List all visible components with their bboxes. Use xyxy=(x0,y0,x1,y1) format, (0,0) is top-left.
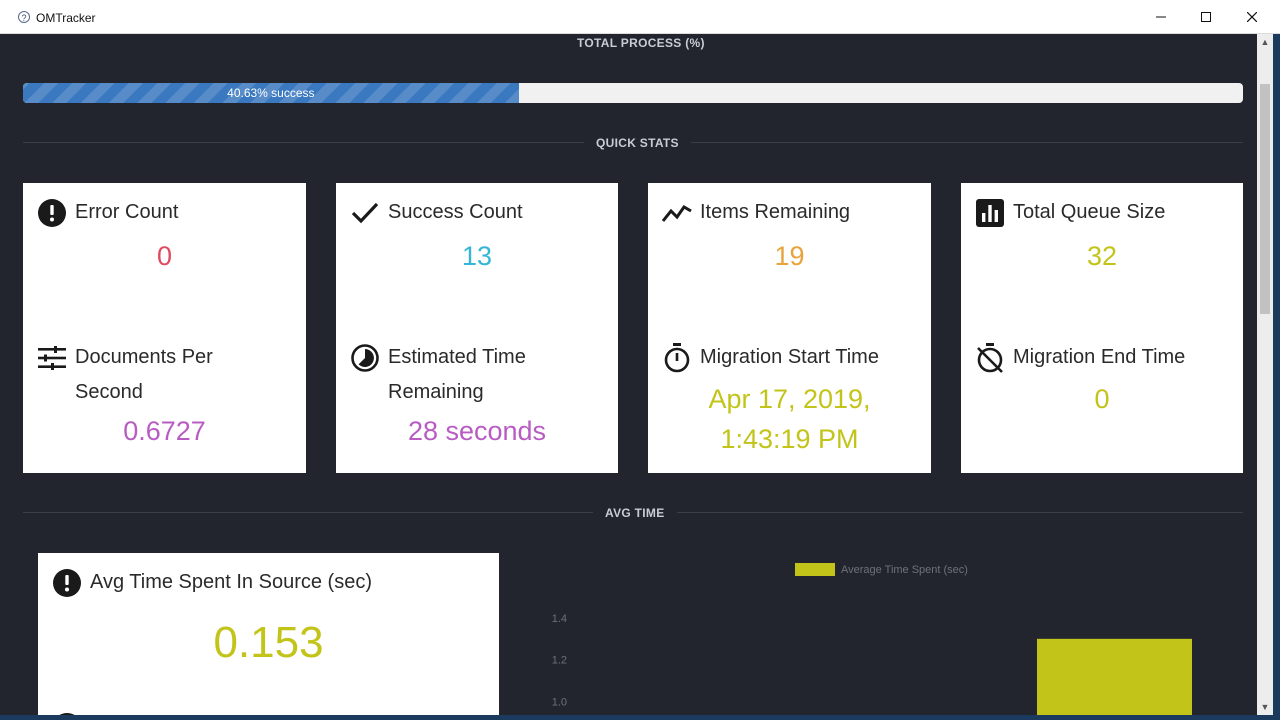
success-count-title: Success Count xyxy=(350,195,610,230)
stopwatch-off-icon xyxy=(975,343,1005,373)
y-tick-label: 1.0 xyxy=(552,696,567,708)
trending-line-icon xyxy=(662,198,692,228)
documents-per-second-label: Documents Per Second xyxy=(75,346,213,403)
minimize-button[interactable] xyxy=(1138,0,1184,34)
app-icon: ? xyxy=(18,11,30,23)
success-count-label: Success Count xyxy=(388,201,523,223)
avg-time-source-card: Avg Time Spent In Source (sec) 0.153 xyxy=(38,553,499,715)
migration-start-time-label: Migration Start Time xyxy=(700,346,879,368)
items-remaining-label: Items Remaining xyxy=(700,201,851,223)
migration-end-time-title: Migration End Time xyxy=(975,340,1235,375)
avg-time-label: AVG TIME xyxy=(593,506,677,520)
vertical-scrollbar[interactable]: ▲ ▼ xyxy=(1257,34,1273,715)
avg-time-source-title: Avg Time Spent In Source (sec) xyxy=(52,565,492,600)
progress-label: 40.63% success xyxy=(227,86,315,100)
total-queue-size-value: 32 xyxy=(1086,241,1118,271)
scroll-up-arrow-icon[interactable]: ▲ xyxy=(1257,34,1273,50)
y-tick-label: 1.4 xyxy=(552,613,567,625)
scroll-thumb[interactable] xyxy=(1260,84,1270,314)
sliders-icon xyxy=(37,343,67,373)
stopwatch-icon xyxy=(662,343,692,373)
error-count-title: Error Count xyxy=(37,195,297,230)
title-bar: ? OMTracker xyxy=(0,0,1280,34)
y-tick-label: 1.2 xyxy=(552,655,567,667)
total-queue-size-label: Total Queue Size xyxy=(1013,201,1166,223)
avg-time-source-value: 0.153 xyxy=(213,618,324,667)
scroll-down-arrow-icon[interactable]: ▼ xyxy=(1257,699,1273,715)
dashboard-content: TOTAL PROCESS (%) 40.63% success QUICK S… xyxy=(0,34,1257,715)
estimated-time-remaining-label: Estimated Time Remaining xyxy=(388,346,526,403)
total-queue-size-title: Total Queue Size xyxy=(975,195,1235,230)
documents-per-second-value: 0.6727 xyxy=(123,416,206,446)
stat-card-success-eta: Success Count 13 Estimated Time Remainin… xyxy=(336,183,618,473)
legend-swatch xyxy=(795,563,835,576)
chart-bar xyxy=(1037,638,1192,715)
migration-start-time-value: Apr 17, 2019, 1:43:19 PM xyxy=(708,384,871,454)
progress-bar: 40.63% success xyxy=(23,83,1243,103)
window-right-edge xyxy=(1273,34,1280,715)
progress-fill: 40.63% success xyxy=(23,83,519,103)
stat-card-queue-end: Total Queue Size 32 Migration End Time 0 xyxy=(961,183,1243,473)
avg-time-source-label: Avg Time Spent In Source (sec) xyxy=(90,571,372,593)
timelapse-icon xyxy=(350,343,380,373)
stat-card-remaining-start: Items Remaining 19 Migration Start Time … xyxy=(648,183,931,473)
avg-time-chart: Average Time Spent (sec) 1.41.21.00.8 xyxy=(552,563,1192,715)
window-title: OMTracker xyxy=(36,11,96,25)
items-remaining-value: 19 xyxy=(774,241,805,271)
documents-per-second-title: Documents Per Second xyxy=(37,340,267,410)
legend-label: Average Time Spent (sec) xyxy=(841,564,968,576)
exclamation-circle-icon xyxy=(52,568,82,598)
minimize-icon xyxy=(1156,16,1166,18)
close-button[interactable] xyxy=(1229,0,1275,34)
estimated-time-remaining-value: 28 seconds xyxy=(407,416,547,446)
error-count-label: Error Count xyxy=(75,201,179,223)
maximize-button[interactable] xyxy=(1183,0,1229,34)
window-bottom-edge xyxy=(0,715,1280,720)
stat-card-errors-docs: Error Count 0 Documents Per Second 0.672… xyxy=(23,183,306,473)
migration-start-time-title: Migration Start Time xyxy=(662,340,922,375)
items-remaining-title: Items Remaining xyxy=(662,195,922,230)
success-count-value: 13 xyxy=(461,241,493,271)
error-count-value: 0 xyxy=(156,241,173,271)
quick-stats-label: QUICK STATS xyxy=(584,136,691,150)
migration-end-time-value: 0 xyxy=(1094,384,1110,414)
checkmark-icon xyxy=(350,198,380,228)
maximize-icon xyxy=(1201,12,1211,22)
bar-chart-icon xyxy=(975,198,1005,228)
migration-end-time-label: Migration End Time xyxy=(1013,346,1186,368)
close-icon xyxy=(1247,12,1257,22)
exclamation-circle-icon xyxy=(37,198,67,228)
estimated-time-remaining-title: Estimated Time Remaining xyxy=(350,340,590,410)
total-process-label: TOTAL PROCESS (%) xyxy=(565,36,717,50)
